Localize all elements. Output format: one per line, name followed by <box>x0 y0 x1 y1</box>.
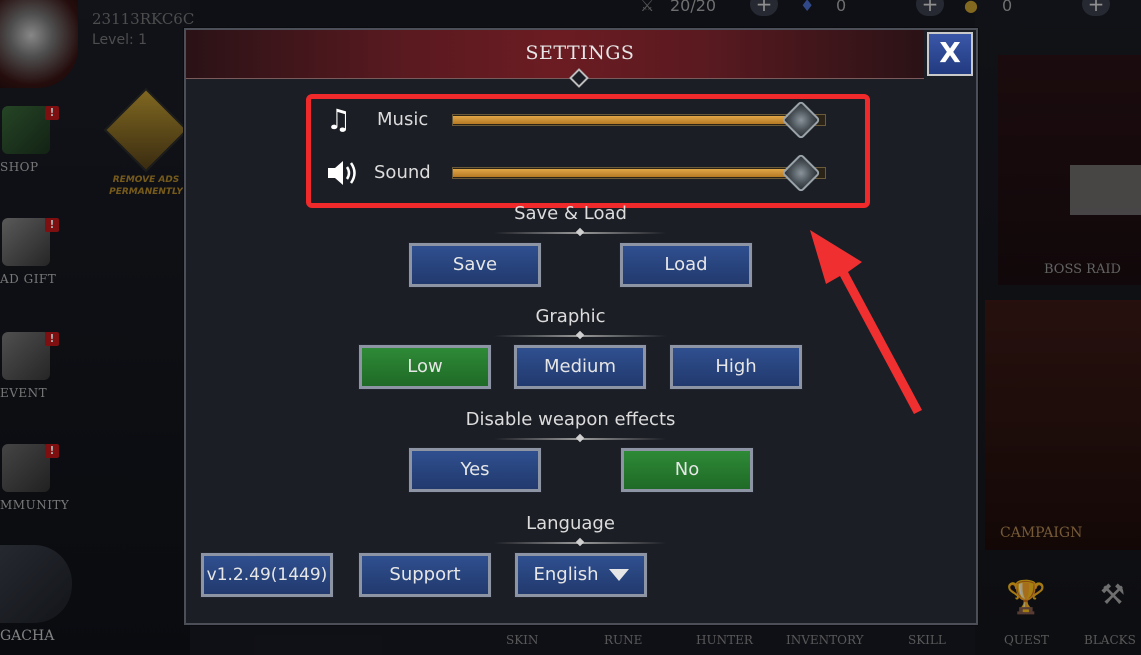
section-divider <box>494 438 666 440</box>
close-button[interactable]: X <box>927 32 973 76</box>
weapon-effects-no-button[interactable]: No <box>620 447 754 493</box>
dialog-title: SETTINGS <box>525 42 635 64</box>
save-load-title: Save & Load <box>514 203 627 224</box>
section-divider <box>494 542 666 544</box>
weapon-effects-title: Disable weapon effects <box>465 409 676 430</box>
save-button[interactable]: Save <box>408 242 542 288</box>
annotation-highlight-box <box>306 94 870 208</box>
support-button[interactable]: Support <box>358 552 492 598</box>
load-button[interactable]: Load <box>619 242 753 288</box>
language-title: Language <box>526 513 615 534</box>
chevron-down-icon <box>608 569 629 581</box>
weapon-effects-yes-button[interactable]: Yes <box>408 447 542 493</box>
graphic-high-button[interactable]: High <box>669 344 803 390</box>
section-divider <box>494 335 666 337</box>
graphic-medium-button[interactable]: Medium <box>513 344 647 390</box>
language-dropdown[interactable]: English <box>514 552 648 598</box>
language-selected: English <box>533 564 599 585</box>
section-divider <box>494 232 666 234</box>
graphic-low-button[interactable]: Low <box>358 344 492 390</box>
version-label: v1.2.49(1449) <box>200 552 334 598</box>
graphic-title: Graphic <box>535 306 606 327</box>
